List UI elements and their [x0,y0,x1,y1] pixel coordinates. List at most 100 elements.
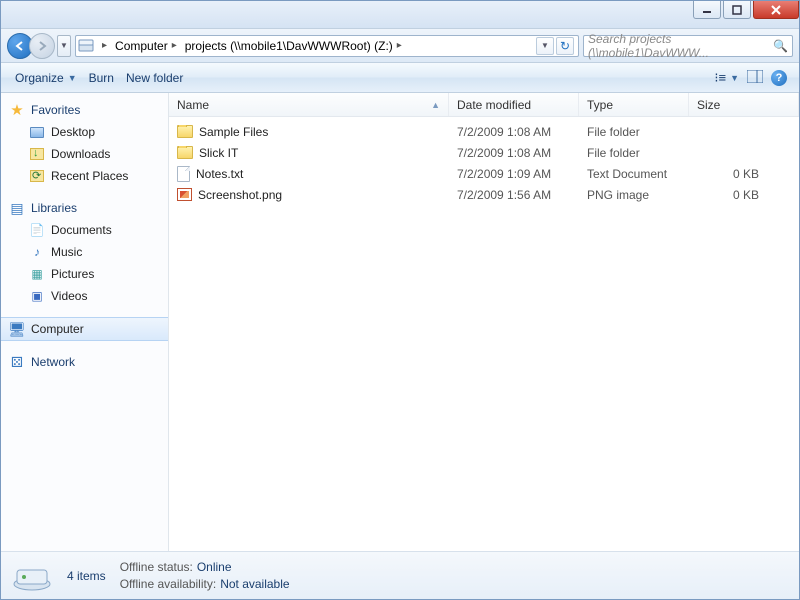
navigation-pane: ★Favorites Desktop Downloads Recent Plac… [1,93,169,551]
column-label: Type [587,98,613,112]
file-type: PNG image [579,188,689,202]
favorites-header[interactable]: ★Favorites [1,99,168,121]
image-icon [177,188,192,201]
organize-button[interactable]: Organize▼ [9,69,83,87]
network-icon: ⚄ [9,354,25,370]
column-type[interactable]: Type [579,93,689,116]
sidebar-item-pictures[interactable]: ▦ Pictures [1,263,168,285]
file-pane: Name▲ Date modified Type Size Sample Fil… [169,93,799,551]
address-bar[interactable]: ▸ Computer▸ projects (\\mobile1\DavWWWRo… [75,35,579,57]
computer-icon: 🖥 [9,321,25,337]
sort-asc-icon: ▲ [431,100,440,110]
breadcrumb-label: projects (\\mobile1\DavWWWRoot) (Z:) [185,39,393,53]
libraries-group: ▤ Libraries 📄Documents ♪ Music ▦ Pictures ▣… [1,197,168,307]
sidebar-item-recent[interactable]: Recent Places [1,165,168,187]
sidebar-item-label: Recent Places [51,169,128,183]
sidebar-item-computer[interactable]: 🖥 Computer [1,317,168,341]
file-name: Sample Files [199,125,268,139]
nav-buttons: ▼ [7,33,71,59]
refresh-button[interactable]: ↻ [556,37,574,55]
breadcrumb-arrow[interactable]: ▸ [94,36,111,56]
preview-pane-button[interactable] [743,68,767,88]
pane-icon [747,70,763,86]
sidebar-item-label: Network [31,355,75,369]
sidebar-item-desktop[interactable]: Desktop [1,121,168,143]
sidebar-item-label: Pictures [51,267,94,281]
search-placeholder: Search projects (\\mobile1\DavWWW... [588,32,773,60]
libraries-header[interactable]: ▤ Libraries [1,197,168,219]
folder-icon [177,146,193,159]
help-icon: ? [771,70,787,86]
videos-icon: ▣ [29,288,45,304]
explorer-window: ▼ ▸ Computer▸ projects (\\mobile1\DavWWW… [0,0,800,600]
file-icon [177,166,190,182]
file-row[interactable]: Sample Files 7/2/2009 1:08 AMFile folder [169,121,799,142]
column-size[interactable]: Size [689,93,799,116]
titlebar [1,1,799,29]
breadcrumb-computer[interactable]: Computer▸ [111,36,181,56]
file-name: Notes.txt [196,167,243,181]
burn-label: Burn [89,71,114,85]
file-row[interactable]: Screenshot.png7/2/2009 1:56 AMPNG image0… [169,184,799,205]
file-list: Sample Files7/2/2009 1:08 AMFile folderS… [169,117,799,205]
view-button[interactable]: ⁝≡▼ [710,68,743,88]
sidebar-item-videos[interactable]: ▣ Videos [1,285,168,307]
offline-status-label: Offline status: [120,560,193,574]
column-date[interactable]: Date modified [449,93,579,116]
help-button[interactable]: ? [767,68,791,88]
offline-avail-value: Not available [220,577,289,591]
file-type: Text Document [579,167,689,181]
maximize-button[interactable] [723,1,751,19]
favorites-label: Favorites [31,103,80,117]
folder-icon [177,125,193,138]
file-date: 7/2/2009 1:08 AM [449,125,579,139]
search-icon: 🔍 [773,39,788,53]
burn-button[interactable]: Burn [83,69,120,87]
item-count: 4 items [67,569,106,583]
music-icon: ♪ [29,244,45,260]
sidebar-item-label: Documents [51,223,112,237]
computer-group: 🖥 Computer [1,317,168,341]
recent-icon [29,168,45,184]
column-name[interactable]: Name▲ [169,93,449,116]
sidebar-item-documents[interactable]: 📄Documents [1,219,168,241]
search-input[interactable]: Search projects (\\mobile1\DavWWW... 🔍 [583,35,793,57]
file-type: File folder [579,125,689,139]
sidebar-item-label: Videos [51,289,87,303]
column-headers: Name▲ Date modified Type Size [169,93,799,117]
file-row[interactable]: Notes.txt7/2/2009 1:09 AMText Document0 … [169,163,799,184]
sidebar-item-network[interactable]: ⚄ Network [1,351,168,373]
libraries-icon: ▤ [9,200,25,216]
sidebar-item-music[interactable]: ♪ Music [1,241,168,263]
sidebar-item-downloads[interactable]: Downloads [1,143,168,165]
file-name: Slick IT [199,146,238,160]
pictures-icon: ▦ [29,266,45,282]
file-date: 7/2/2009 1:56 AM [449,188,579,202]
navbar: ▼ ▸ Computer▸ projects (\\mobile1\DavWWW… [1,29,799,63]
newfolder-button[interactable]: New folder [120,69,189,87]
libraries-label: Libraries [31,201,77,215]
address-dropdown[interactable]: ▼ [536,37,554,55]
status-bar: 4 items Offline status: Online Offline a… [1,551,799,599]
desktop-icon [29,124,45,140]
minimize-button[interactable] [693,1,721,19]
network-group: ⚄ Network [1,351,168,373]
sidebar-item-label: Music [51,245,82,259]
breadcrumb-label: Computer [115,39,168,53]
file-date: 7/2/2009 1:08 AM [449,146,579,160]
file-type: File folder [579,146,689,160]
organize-label: Organize [15,71,64,85]
breadcrumb-current[interactable]: projects (\\mobile1\DavWWWRoot) (Z:)▸ [181,36,406,56]
sidebar-item-label: Downloads [51,147,110,161]
nav-history-dropdown[interactable]: ▼ [57,35,71,57]
sidebar-item-label: Desktop [51,125,95,139]
drive-icon [78,38,94,54]
offline-status-value: Online [197,560,232,574]
file-row[interactable]: Slick IT 7/2/2009 1:08 AMFile folder [169,142,799,163]
sidebar-item-label: Computer [31,322,84,336]
forward-button[interactable] [29,33,55,59]
file-name: Screenshot.png [198,188,282,202]
close-button[interactable] [753,1,799,19]
view-icon: ⁝≡ [714,70,726,86]
file-size: 0 KB [689,167,799,181]
